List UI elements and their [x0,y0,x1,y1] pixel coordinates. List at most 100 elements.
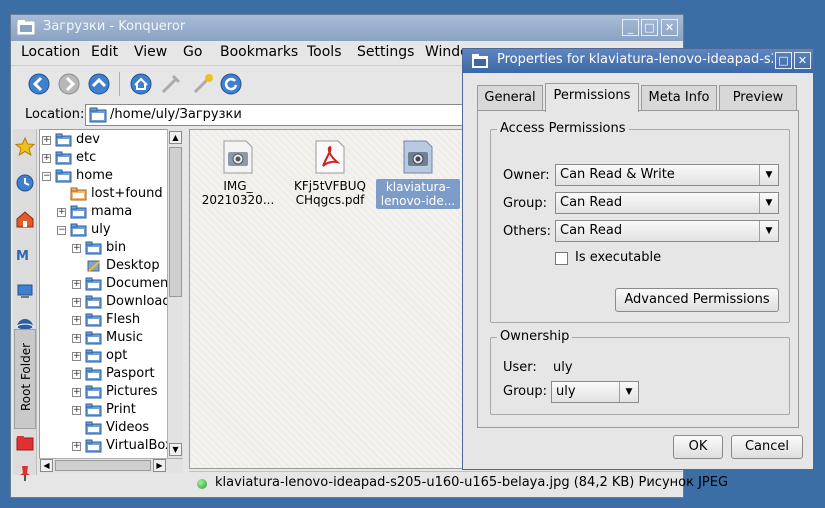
location-path: /home/uly/Загрузки [110,107,242,122]
dialog-title: Properties for klaviatura-lenovo-ideapad… [497,52,773,67]
menu-view[interactable]: View [134,44,167,60]
tab-general[interactable]: General [477,85,543,111]
access-permissions-group: Access Permissions Owner: Can Read & Wri… [490,121,790,323]
menu-edit[interactable]: Edit [91,44,118,60]
expand-icon[interactable]: + [42,154,51,163]
status-indicator-icon [197,479,207,489]
expand-icon[interactable]: + [72,316,81,325]
file-item-img[interactable]: IMG_ 20210320... [196,140,280,207]
others-permission-select[interactable]: Can Read ▼ [555,220,779,242]
status-bar: klaviatura-lenovo-ideapad-s205-u160-u165… [189,471,728,495]
owner-permission-select[interactable]: Can Read & Write ▼ [555,164,779,186]
toolbar-separator [119,72,120,96]
chevron-down-icon: ▼ [759,221,778,241]
root-folder-icon[interactable] [15,433,35,453]
is-executable-label[interactable]: Is executable [575,250,661,265]
location-label: Location: [25,107,85,122]
close-button[interactable]: ✕ [794,52,811,69]
menu-go[interactable]: Go [183,44,202,60]
ownership-group: Ownership User: uly Group: uly ▼ [490,329,790,415]
collapse-icon[interactable]: − [57,226,66,235]
root-folder-tab[interactable]: Root Folder [14,329,36,429]
file-item-selected-image[interactable]: klaviatura- lenovo-ide... [376,140,460,209]
stop-icon[interactable] [191,72,215,96]
is-executable-checkbox[interactable] [555,252,568,265]
scroll-up-arrow[interactable]: ▲ [169,131,182,144]
properties-dialog: Properties for klaviatura-lenovo-ideapad… [462,48,814,470]
cancel-button[interactable]: Cancel [731,435,803,459]
media-player-icon[interactable]: M [15,245,35,265]
tree-item-label: Desktop [106,258,160,273]
tab-meta-info[interactable]: Meta Info [641,85,717,111]
ok-button[interactable]: OK [673,435,723,459]
home-icon[interactable] [129,72,153,96]
expand-icon[interactable]: + [72,280,81,289]
dialog-tabs: General Permissions Meta Info Preview [477,83,797,112]
menu-bookmarks[interactable]: Bookmarks [220,44,298,60]
scroll-right-arrow[interactable]: ▶ [153,459,166,472]
desktop-icon [87,260,100,272]
advanced-permissions-button[interactable]: Advanced Permissions [615,288,779,312]
close-button[interactable]: ✕ [661,19,678,36]
group-permission-select[interactable]: Can Read ▼ [555,192,779,214]
back-icon[interactable] [27,72,51,96]
expand-icon[interactable]: + [72,442,81,451]
minimize-button[interactable]: _ [622,19,639,36]
folder-tree[interactable]: + dev + etc − home lost+found + mama − uly + bin Desk… [39,129,183,473]
history-clock-icon[interactable] [15,173,35,193]
tree-item-label: uly [91,222,111,237]
folder-icon [85,385,102,399]
owner-permission-value: Can Read & Write [560,167,675,182]
expand-icon[interactable]: + [72,370,81,379]
owner-group-label: Group: [503,384,547,399]
expand-icon[interactable]: + [72,388,81,397]
folder-icon [85,349,102,363]
maximize-button[interactable]: □ [641,19,658,36]
expand-icon[interactable]: + [72,406,81,415]
devices-icon[interactable] [15,281,35,301]
home-folder-icon[interactable] [15,209,35,229]
tree-item-label: Pasport [106,366,155,381]
tree-vertical-scrollbar[interactable]: ▲ ▼ [167,129,183,459]
scroll-down-arrow[interactable]: ▼ [169,443,182,456]
tree-item-label: etc [76,150,97,165]
menu-tools[interactable]: Tools [307,44,342,60]
reload-icon[interactable] [219,72,243,96]
up-icon[interactable] [87,72,111,96]
menu-location[interactable]: Location [21,44,80,60]
menu-settings[interactable]: Settings [357,44,414,60]
file-name-line: IMG_ [223,179,253,193]
file-name: IMG_ 20210320... [196,179,280,207]
scroll-thumb[interactable] [169,147,182,297]
chevron-down-icon: ▼ [619,382,638,402]
chevron-down-icon: ▼ [759,193,778,213]
tree-item-label: Videos [106,420,150,435]
expand-icon[interactable]: + [57,208,66,217]
expand-icon[interactable]: + [72,334,81,343]
pin-icon[interactable] [15,463,35,483]
folder-icon [70,187,87,201]
expand-icon[interactable]: + [72,298,81,307]
permissions-pane: Access Permissions Owner: Can Read & Wri… [477,110,799,428]
scroll-thumb-horizontal[interactable] [55,460,151,471]
folder-icon [85,277,102,291]
tree-item-label: home [76,168,113,183]
tab-permissions[interactable]: Permissions [545,83,639,112]
file-name-line: CHqgcs.pdf [295,193,365,207]
bookmarks-star-icon[interactable] [15,137,35,157]
expand-icon[interactable]: + [42,136,51,145]
scroll-left-arrow[interactable]: ◀ [40,459,53,472]
reload-disabled-icon[interactable] [159,72,183,96]
tree-horizontal-scrollbar[interactable]: ◀ ▶ [39,458,183,473]
collapse-icon[interactable]: − [42,172,51,181]
expand-icon[interactable]: + [72,352,81,361]
dialog-title-bar: Properties for klaviatura-lenovo-ideapad… [463,49,813,73]
maximize-button[interactable]: □ [775,52,792,69]
tab-preview[interactable]: Preview [719,85,797,111]
expand-icon[interactable]: + [72,244,81,253]
forward-icon[interactable] [57,72,81,96]
file-name-line: lenovo-ide... [380,194,456,208]
group-title: Access Permissions [497,121,629,136]
file-item-pdf[interactable]: KFj5tVFBUQ CHqgcs.pdf [288,140,372,207]
owner-group-select[interactable]: uly ▼ [551,381,639,403]
